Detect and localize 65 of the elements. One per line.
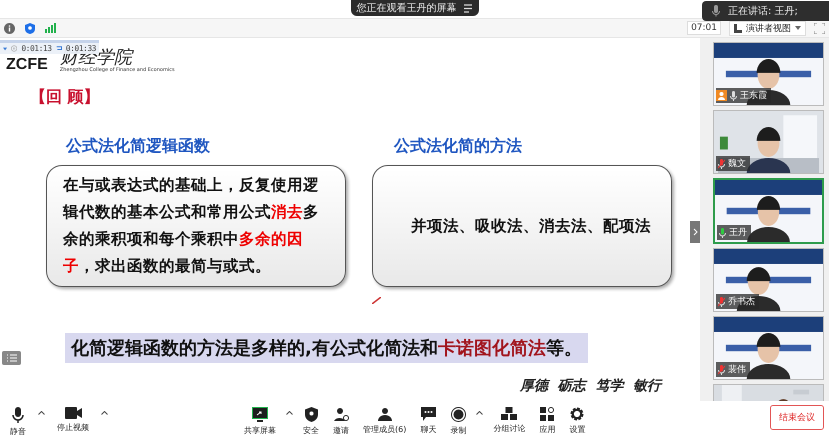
speaking-text: 正在讲话: 王丹;: [728, 4, 798, 18]
person-icon: [378, 407, 392, 421]
view-dropdown[interactable]: 演讲者视图: [729, 20, 806, 36]
video-tile[interactable]: 乔书杰: [713, 248, 824, 312]
groups-icon: [501, 407, 518, 420]
apps-icon: [540, 407, 554, 421]
toolbar-button[interactable]: 录制: [446, 407, 470, 436]
toolbar-button[interactable]: 安全: [299, 407, 323, 436]
toolbar-button[interactable]: 共享屏幕: [240, 407, 280, 436]
chat-icon: [420, 407, 436, 421]
end-meeting-button[interactable]: 结束会议: [770, 405, 824, 430]
layout-icon: [734, 24, 742, 32]
toolbar-button[interactable]: 邀请: [329, 407, 353, 436]
viewing-text: 您正在观看王丹的屏幕: [356, 2, 456, 15]
video-tile[interactable]: 魏文: [713, 110, 824, 174]
toolbar-button[interactable]: 管理成员(6): [359, 407, 410, 435]
toolbar-button[interactable]: 停止视频: [53, 406, 93, 432]
toolbar-button[interactable]: 聊天: [416, 407, 440, 435]
motto-text: 厚德 砺志 笃学 敏行: [520, 377, 662, 395]
participant-name: 裴伟: [728, 364, 746, 376]
camera-icon: [64, 406, 82, 418]
video-tile[interactable]: 王东霞: [713, 42, 824, 106]
meeting-timer: 07:01: [687, 21, 721, 35]
shield-icon: [304, 407, 318, 422]
video-tile[interactable]: 裴伟: [713, 316, 824, 380]
menu-icon: [6, 354, 16, 362]
logo-text: ZCFE: [6, 57, 48, 73]
school-name: 财经学院: [60, 49, 134, 67]
elapsed-time: 0:01:13: [21, 44, 52, 53]
fullscreen-icon[interactable]: [814, 22, 825, 34]
person-add-icon: [334, 407, 348, 422]
return-icon[interactable]: [56, 45, 62, 52]
column-heading: 公式法化简的方法: [394, 136, 523, 157]
shield-icon[interactable]: [25, 22, 35, 34]
chevron-up-icon[interactable]: [476, 411, 484, 415]
monitor-icon: [252, 407, 268, 422]
menu-button[interactable]: [2, 351, 21, 365]
collapse-button[interactable]: [690, 221, 700, 243]
participant-name: 魏文: [728, 158, 746, 170]
summary-text: 化简逻辑函数的方法是多样的,有公式化简法和卡诺图化简法等。: [65, 333, 588, 363]
chevron-icon: [692, 228, 698, 236]
chevron-up-icon[interactable]: [286, 411, 293, 415]
participant-name: 王丹: [729, 226, 747, 239]
chevron-up-icon[interactable]: [101, 410, 108, 414]
list-icon[interactable]: [462, 4, 472, 12]
box-text: 并项法、吸收法、消去法、配项法: [410, 216, 651, 236]
box-text: 在与或表达式的基础上，反复使用逻辑代数的基本公式和常用公式消去多余的乘积项和每个乘积中多余的因子，求出函数的最简与或式。: [63, 175, 320, 277]
signal-icon[interactable]: [45, 23, 56, 33]
video-tile[interactable]: 王丹: [713, 178, 824, 244]
caret-icon: [795, 26, 801, 30]
toolbar-button[interactable]: 分组讨论: [489, 407, 530, 434]
toolbar-button[interactable]: 设置: [565, 407, 590, 435]
record-icon: [450, 407, 466, 422]
toolbar-button[interactable]: 应用: [535, 407, 560, 435]
caret-icon[interactable]: [3, 46, 8, 50]
settings-icon: [570, 407, 584, 421]
chevron-up-icon[interactable]: [38, 410, 45, 414]
section-title: 【回 顾】: [30, 87, 101, 108]
participant-name: 乔书杰: [728, 296, 755, 308]
info-icon[interactable]: [4, 22, 15, 34]
microphone-icon: [712, 5, 720, 17]
microphone-icon: [12, 406, 24, 422]
column-heading: 公式法化简逻辑函数: [66, 136, 211, 157]
participant-name: 王东霞: [740, 90, 767, 102]
toolbar-button[interactable]: 静音: [6, 406, 30, 436]
